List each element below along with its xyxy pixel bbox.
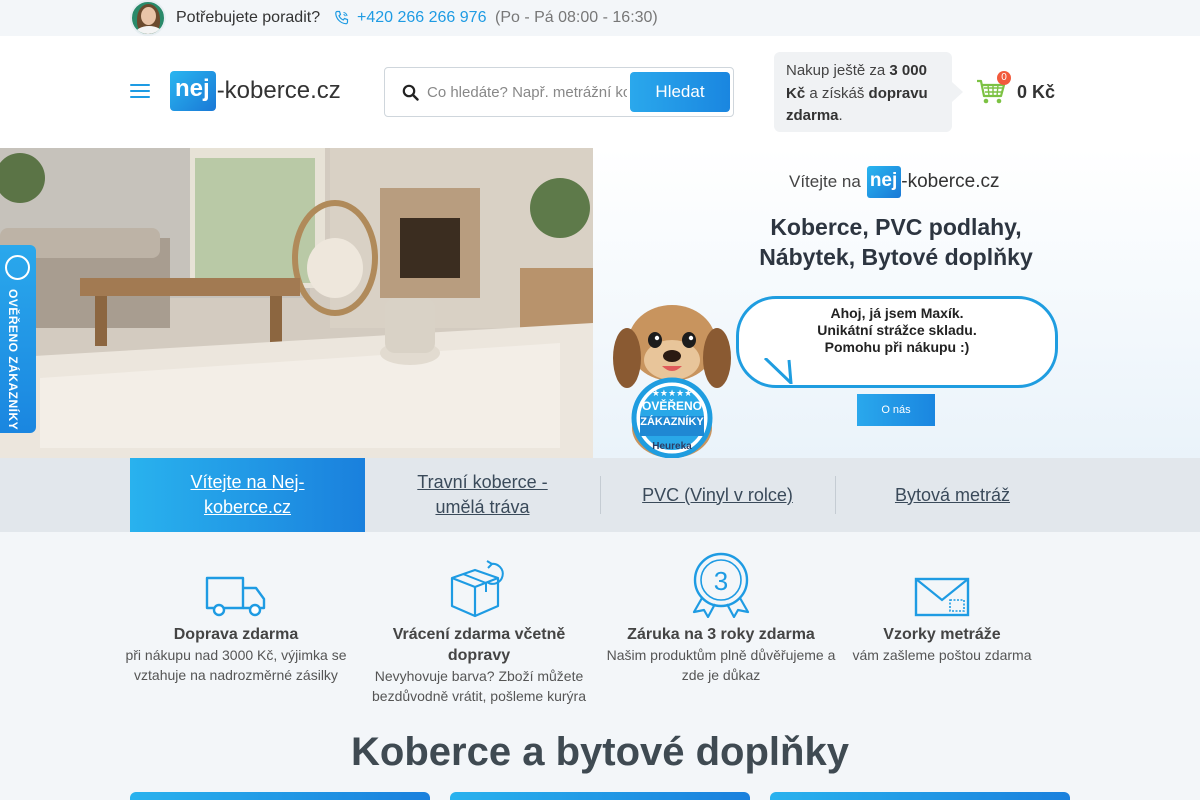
warranty-number: 3: [714, 566, 728, 596]
hero-promo: Vítejte na nej -koberce.cz Koberce, PVC p…: [593, 148, 1200, 458]
benefit-desc: při nákupu nad 3000 Kč, výjimka se vztah…: [125, 647, 347, 683]
category-card[interactable]: [450, 792, 750, 800]
category-tab-artificial-grass[interactable]: Travní koberce - umělá tráva: [365, 458, 600, 532]
support-avatar: [130, 0, 166, 36]
top-bar: Potřebujete poradit? +420 266 266 976 (P…: [0, 0, 1200, 36]
benefit-desc: Našim produktům plně důvěřujeme a zde je…: [606, 647, 836, 683]
benefit-title: Doprava zdarma: [173, 626, 299, 643]
hero-banner[interactable]: Vítejte na nej -koberce.cz Koberce, PVC p…: [0, 148, 1200, 458]
warranty-medal-icon: 3: [692, 552, 750, 618]
seal-icon: [5, 255, 30, 280]
help-text: Potřebujete poradit?: [176, 9, 321, 26]
verified-tab-label: OVĚŘENO ZÁKAZNÍKY: [6, 289, 20, 431]
search-icon: [402, 84, 419, 101]
living-room-photo: [0, 148, 593, 458]
benefit-free-shipping: Doprava zdarma při nákupu nad 3000 Kč, v…: [118, 552, 354, 685]
cart-total[interactable]: 0 Kč: [1017, 82, 1055, 103]
svg-text:★★★★★: ★★★★★: [652, 389, 692, 399]
category-nav: Vítejte na Nej-koberce.cz Travní koberce…: [0, 458, 1200, 532]
dog-badge-line2: ZÁKAZNÍKY: [640, 415, 704, 428]
site-header: nej -koberce.cz Hledat Nakup ještě za 3 …: [0, 36, 1200, 148]
opening-hours: (Po - Pá 08:00 - 16:30): [495, 9, 658, 26]
section-title: Koberce a bytové doplňky: [351, 730, 849, 774]
category-card[interactable]: [130, 792, 430, 800]
free-shipping-info: Nakup ještě za 3 000 Kč a získáš dopravu…: [774, 52, 963, 132]
cart-count-badge: 0: [997, 71, 1011, 85]
hero-logo-badge: nej: [866, 166, 902, 198]
return-box-icon: [450, 560, 504, 618]
about-us-button[interactable]: O nás: [857, 394, 935, 426]
benefit-title: Vrácení zdarma včetně dopravy: [392, 626, 566, 664]
verified-customers-tab[interactable]: OVĚŘENO ZÁKAZNÍKY: [0, 245, 36, 433]
hero-headline: Koberce, PVC podlahy, Nábytek, Bytové do…: [759, 214, 1033, 270]
benefit-desc: vám zašleme poštou zdarma: [852, 647, 1032, 663]
dog-badge-brand: Heureka: [652, 441, 692, 452]
speech-bubble-tail: [763, 358, 793, 384]
benefit-title: Záruka na 3 roky zdarma: [627, 626, 815, 643]
logo-text: -koberce.cz: [216, 77, 341, 104]
category-tab-pvc[interactable]: PVC (Vinyl v rolce): [600, 458, 835, 532]
benefit-samples: Vzorky metráže vám zašleme poštou zdarma: [824, 552, 1060, 665]
benefit-title: Vzorky metráže: [883, 626, 1001, 643]
search-box: Hledat: [384, 67, 734, 117]
benefit-free-returns: Vrácení zdarma včetně dopravy Nevyhovuje…: [361, 552, 597, 706]
benefit-warranty: 3 Záruka na 3 roky zdarma Našim produktů…: [603, 552, 839, 685]
category-card[interactable]: [770, 792, 1070, 800]
phone-number-link[interactable]: +420 266 266 976: [357, 9, 486, 27]
dog-badge-line1: OVĚŘENO: [642, 398, 702, 413]
search-input[interactable]: [427, 77, 627, 107]
truck-icon: [205, 576, 266, 617]
logo-badge: nej: [170, 71, 216, 111]
benefit-desc: Nevyhovuje barva? Zboží můžete bezdůvodn…: [372, 668, 586, 704]
search-button[interactable]: Hledat: [630, 72, 730, 112]
site-logo[interactable]: nej -koberce.cz: [170, 71, 341, 111]
category-tab-carpet-roll[interactable]: Bytová metráž: [835, 458, 1070, 532]
hero-welcome: Vítejte na nej -koberce.cz: [789, 166, 999, 198]
envelope-icon: [914, 577, 970, 617]
category-tab-welcome[interactable]: Vítejte na Nej-koberce.cz: [130, 458, 365, 532]
menu-icon[interactable]: [130, 83, 150, 99]
mascot-dog-icon: OVĚŘENO ZÁKAZNÍKY Heureka ★★★★★: [613, 305, 731, 458]
phone-icon: [335, 10, 349, 25]
